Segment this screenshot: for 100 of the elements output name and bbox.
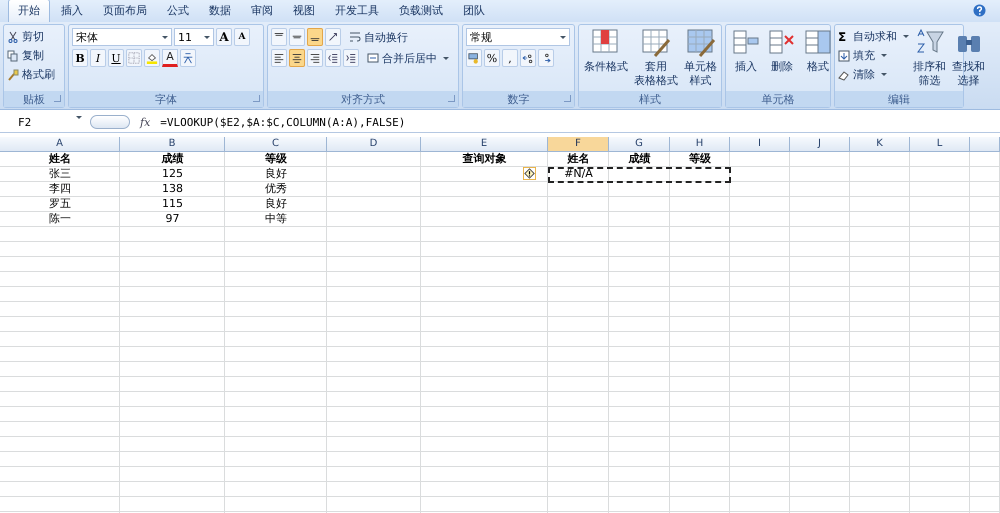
format-painter-button[interactable]: 格式刷	[7, 66, 61, 83]
font-size-field[interactable]: 11	[174, 28, 214, 46]
sort-filter-button[interactable]: 排序和 筛选	[911, 28, 948, 88]
table-cell-text: 138	[161, 182, 184, 197]
group-label: 编辑	[888, 92, 910, 106]
table-cell-text: 优秀	[264, 182, 288, 197]
column-header[interactable]: K	[850, 137, 910, 151]
font-color-button[interactable]: A	[162, 49, 178, 67]
eraser-icon	[838, 68, 850, 80]
styles-button[interactable]: 条件格式	[582, 28, 630, 74]
group-label: 对齐方式	[341, 92, 385, 106]
grow-font-button[interactable]: A	[216, 28, 232, 46]
merge-center-button[interactable]: 合并后居中	[367, 50, 449, 66]
align-top-icon[interactable]	[271, 28, 287, 46]
column-header[interactable]: F	[548, 137, 609, 151]
column-header[interactable]: A	[0, 137, 120, 151]
align-bottom-icon[interactable]	[307, 28, 323, 46]
name-box-resize-handle[interactable]	[90, 115, 130, 129]
insert-function-button[interactable]: fx	[140, 116, 150, 128]
increase-indent-icon[interactable]	[343, 49, 359, 67]
table-cell-text: 等级	[264, 152, 288, 167]
ribbon-tab[interactable]: 视图	[284, 0, 324, 22]
number-format-field[interactable]: 常规	[466, 28, 570, 46]
column-header[interactable]: I	[730, 137, 790, 151]
table-cell-text: 罗五	[48, 197, 72, 212]
cells-button[interactable]: 格式	[801, 28, 835, 74]
ribbon-tab[interactable]: 负载测试	[390, 0, 452, 22]
clear-button[interactable]: 清除	[838, 66, 909, 83]
align-center-icon[interactable]	[289, 49, 305, 67]
decrease-indent-icon[interactable]	[325, 49, 341, 67]
increase-decimal-icon[interactable]	[520, 49, 536, 67]
table-cell-text: 125	[161, 167, 184, 182]
align-middle-icon[interactable]	[289, 28, 305, 46]
fill-button[interactable]: 填充	[838, 47, 909, 64]
column-header[interactable]: H	[670, 137, 730, 151]
column-header[interactable]: C	[225, 137, 327, 151]
shrink-font-button[interactable]: A	[234, 28, 250, 46]
ribbon-tab[interactable]: 页面布局	[94, 0, 156, 22]
ribbon-tab[interactable]: 开始	[8, 0, 50, 22]
table-cell-text: 97	[164, 212, 180, 227]
caret-icon	[881, 54, 887, 57]
table-cell-text: 陈一	[48, 212, 72, 227]
autosum-button[interactable]: Σ 自动求和	[838, 28, 909, 45]
ribbon-tab[interactable]: 开发工具	[326, 0, 388, 22]
table-cell-text: 姓名	[566, 152, 590, 167]
styles-button[interactable]: 套用 表格格式	[632, 28, 680, 88]
brush-icon	[7, 68, 19, 80]
error-warning-icon[interactable]	[523, 167, 536, 180]
table-cell-text: 姓名	[48, 152, 72, 167]
copy-icon	[7, 50, 19, 62]
caret-icon	[162, 36, 168, 38]
align-right-icon[interactable]	[307, 49, 323, 67]
group-label: 字体	[155, 92, 177, 106]
phonetic-icon[interactable]	[180, 49, 196, 67]
group-label: 数字	[508, 92, 530, 106]
group-label: 贴板	[23, 92, 45, 106]
ribbon-tab[interactable]: 数据	[200, 0, 240, 22]
comma-button[interactable]: ,	[502, 49, 518, 67]
table-cell-text: 成绩	[160, 152, 184, 167]
caret-icon	[560, 36, 566, 38]
wrap-text-button[interactable]: 自动换行	[349, 28, 408, 46]
align-left-icon[interactable]	[271, 49, 287, 67]
fill-color-icon[interactable]	[144, 49, 160, 67]
orientation-icon[interactable]	[325, 28, 341, 46]
table-cell-text: 张三	[48, 167, 72, 182]
caret-icon	[443, 56, 449, 60]
ribbon-tab[interactable]: 团队	[454, 0, 494, 22]
help-icon[interactable]	[973, 4, 986, 17]
currency-icon[interactable]	[466, 49, 482, 67]
formula-field[interactable]: =VLOOKUP($E2,$A:$C,COLUMN(A:A),FALSE)	[160, 116, 1000, 128]
down-arrow-icon	[838, 50, 850, 62]
cells-button[interactable]: 删除	[765, 28, 799, 74]
table-cell-text: 等级	[688, 152, 712, 167]
column-header[interactable]: L	[910, 137, 970, 151]
percent-button[interactable]: %	[484, 49, 500, 67]
table-cell-text: 115	[161, 197, 184, 212]
scissors-icon	[7, 30, 19, 42]
font-name-field[interactable]: 宋体	[72, 28, 172, 46]
find-select-button[interactable]: 查找和 选择	[950, 28, 987, 88]
decrease-decimal-icon[interactable]	[538, 49, 554, 67]
caret-icon	[204, 36, 210, 38]
ribbon-tab[interactable]: 审阅	[242, 0, 282, 22]
cells-button[interactable]: 插入	[729, 28, 763, 74]
table-cell-text: 李四	[48, 182, 72, 197]
column-header[interactable]: J	[790, 137, 850, 151]
underline-button[interactable]: U	[108, 49, 124, 67]
cut-button[interactable]: 剪切	[7, 28, 61, 45]
italic-button[interactable]: I	[90, 49, 106, 67]
styles-button[interactable]: 单元格 样式	[682, 28, 719, 88]
wrap-icon	[349, 31, 361, 43]
caret-icon	[881, 73, 887, 76]
name-box[interactable]: F2	[0, 116, 86, 128]
ribbon-tab[interactable]: 公式	[158, 0, 198, 22]
column-header[interactable]: G	[609, 137, 670, 151]
bold-button[interactable]: B	[72, 49, 88, 67]
ribbon-tab[interactable]: 插入	[52, 0, 92, 22]
column-header[interactable]: B	[120, 137, 225, 151]
column-header[interactable]: D	[327, 137, 421, 151]
table-cell-text: 成绩	[628, 152, 652, 167]
copy-button[interactable]: 复制	[7, 47, 61, 64]
